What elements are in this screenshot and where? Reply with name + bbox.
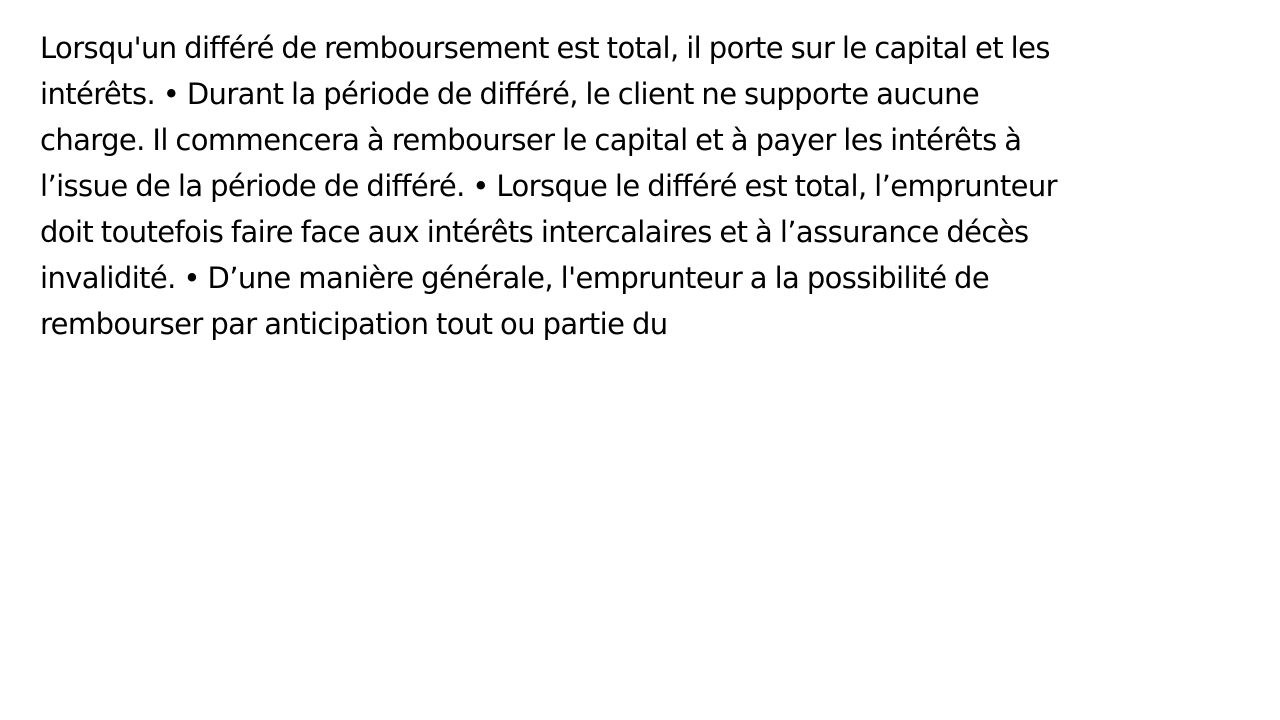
paragraph-line: charge. Il commencera à rembourser le ca… xyxy=(40,123,1022,157)
document-page: Lorsqu'un différé de remboursement est t… xyxy=(0,0,1280,720)
body-paragraph: Lorsqu'un différé de remboursement est t… xyxy=(40,25,1220,347)
paragraph-line: Lorsqu'un différé de remboursement est t… xyxy=(40,31,1050,65)
paragraph-line: rembourser par anticipation tout ou part… xyxy=(40,307,668,341)
paragraph-line: invalidité. • D’une manière générale, l'… xyxy=(40,261,990,295)
paragraph-line: doit toutefois faire face aux intérêts i… xyxy=(40,215,1029,249)
paragraph-line: intérêts. • Durant la période de différé… xyxy=(40,77,980,111)
paragraph-line: l’issue de la période de différé. • Lors… xyxy=(40,169,1058,203)
